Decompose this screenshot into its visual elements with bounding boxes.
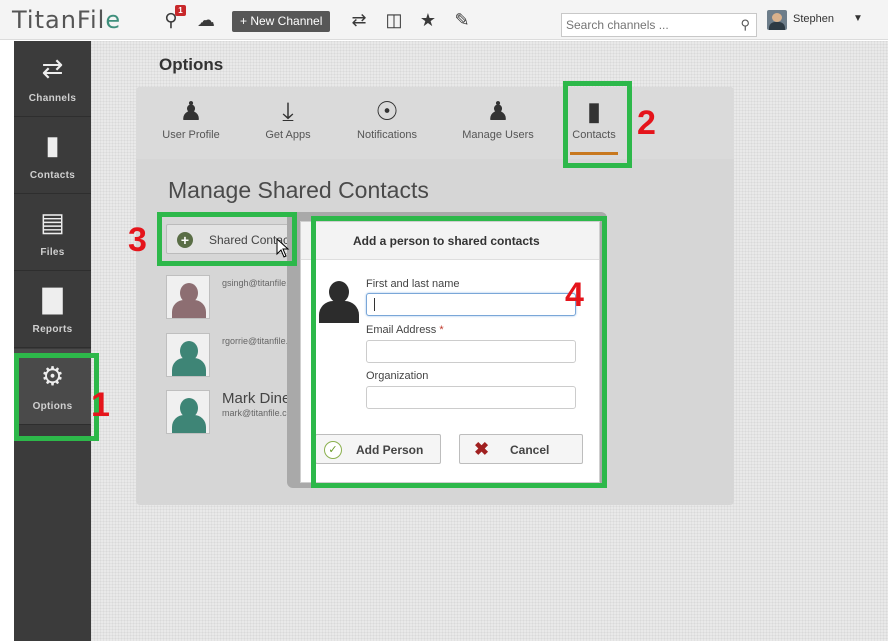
bookmark-icon: ▮	[45, 130, 60, 160]
tab-manage-users[interactable]: ♟ Manage Users	[461, 95, 535, 155]
tab-notifications[interactable]: ☉ Notifications	[355, 95, 419, 155]
username[interactable]: Stephen	[793, 13, 834, 25]
top-bar: TitanFile ⚲1 ☁ + New Channel ⇄ ◫ ★ ✎ ⚲ S…	[0, 0, 888, 40]
step-number-3: 3	[128, 221, 147, 259]
edit-icon[interactable]: ✎	[451, 9, 473, 31]
list-item[interactable]: rgorrie@titanfile.com	[166, 333, 292, 383]
nav-label: Contacts	[29, 170, 76, 181]
file-icon: ▤	[40, 207, 65, 237]
highlight-box-1	[14, 353, 99, 441]
notifications-icon[interactable]: ⚲ 1	[160, 5, 186, 31]
bar-chart-icon: ▇	[42, 284, 63, 314]
tab-label: User Profile	[162, 129, 220, 141]
contact-name: Mark Dineen	[222, 390, 292, 407]
highlight-box-2	[563, 81, 632, 168]
search-box: ⚲	[561, 13, 757, 37]
avatar	[166, 275, 210, 319]
user-edit-icon: ♟	[179, 96, 203, 126]
search-input[interactable]	[562, 14, 722, 36]
nav-item-channels[interactable]: ⇄ Channels	[14, 41, 91, 117]
step-number-2: 2	[637, 104, 656, 142]
chevron-down-icon[interactable]: ▼	[853, 13, 863, 24]
contact-email: mark@titanfile.com	[222, 408, 292, 418]
nav-item-reports[interactable]: ▇ Reports	[14, 272, 91, 348]
star-icon[interactable]: ★	[417, 9, 439, 31]
app-logo[interactable]: TitanFile	[12, 6, 121, 34]
left-nav: ⇄ Channels ▮ Contacts ▤ Files ▇ Reports …	[14, 41, 91, 641]
notification-badge: 1	[175, 5, 186, 16]
logo-accent: e	[105, 6, 122, 34]
tab-label: Get Apps	[265, 129, 311, 141]
avatar	[166, 333, 210, 377]
arrows-icon: ⇄	[41, 53, 64, 83]
tab-user-profile[interactable]: ♟ User Profile	[160, 95, 222, 155]
step-number-1: 1	[91, 386, 110, 424]
page-title: Options	[159, 55, 224, 74]
users-icon: ♟	[486, 96, 510, 126]
logo-text: TitanFil	[12, 6, 106, 34]
highlight-box-3	[157, 212, 297, 266]
tab-label: Notifications	[357, 129, 417, 141]
transfer-icon[interactable]: ⇄	[348, 9, 370, 31]
list-item[interactable]: Mark Dineen mark@titanfile.com	[166, 390, 292, 440]
highlight-box-4	[311, 216, 607, 488]
download-icon: ⤓	[282, 96, 294, 126]
cloud-icon[interactable]: ☁	[195, 9, 217, 31]
step-number-4: 4	[565, 276, 584, 314]
broadcast-icon: ☉	[375, 96, 399, 126]
nav-item-contacts[interactable]: ▮ Contacts	[14, 118, 91, 194]
list-item[interactable]: gsingh@titanfile.com	[166, 275, 292, 325]
tab-label: Manage Users	[462, 129, 534, 141]
contact-email: gsingh@titanfile.com	[222, 278, 292, 288]
nav-label: Files	[40, 247, 65, 258]
contact-email: rgorrie@titanfile.com	[222, 336, 292, 346]
inbox-icon[interactable]: ◫	[383, 9, 405, 31]
avatar	[166, 390, 210, 434]
section-title: Manage Shared Contacts	[168, 177, 429, 203]
search-icon[interactable]: ⚲	[740, 17, 750, 33]
avatar[interactable]	[767, 10, 787, 30]
new-channel-button[interactable]: + New Channel	[232, 11, 331, 32]
nav-label: Channels	[28, 93, 77, 104]
nav-label: Reports	[32, 324, 73, 335]
nav-item-files[interactable]: ▤ Files	[14, 195, 91, 271]
tab-get-apps[interactable]: ⤓ Get Apps	[263, 95, 313, 155]
